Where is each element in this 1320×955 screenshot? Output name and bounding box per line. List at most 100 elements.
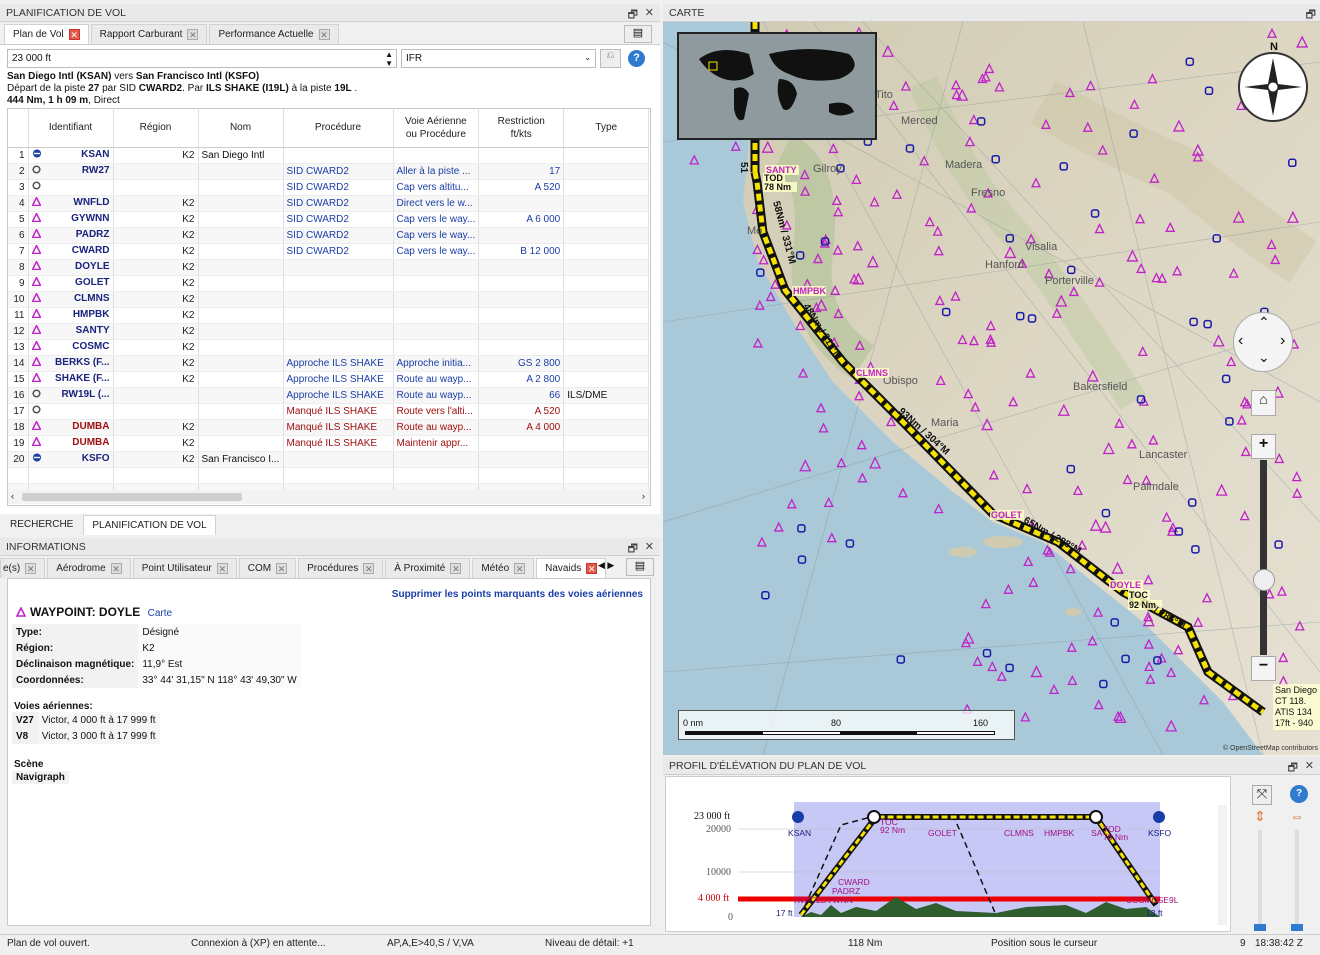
horizontal-scrollbar[interactable]: ‹ › [8, 490, 650, 504]
status-time: 18:38:42 Z [1255, 938, 1303, 949]
help-icon[interactable]: ? [628, 50, 645, 67]
vertical-zoom-slider[interactable] [1258, 830, 1262, 930]
waypoint-icon [31, 341, 41, 350]
horizontal-zoom-thumb[interactable] [1291, 924, 1303, 931]
col-region[interactable]: Région [113, 109, 199, 148]
col-type[interactable]: Type [563, 109, 650, 148]
tab-procedures[interactable]: Procédures ✕ [298, 558, 384, 578]
vertical-zoom-thumb[interactable] [1254, 924, 1266, 931]
scroll-thumb[interactable] [22, 493, 242, 501]
zoom-slider[interactable] [1260, 460, 1267, 655]
table-row[interactable]: 15 SHAKE (F... K2 Approche ILS SHAKE Route a… [8, 371, 650, 388]
cell-type [563, 163, 650, 180]
col-procedure[interactable]: Procédure [283, 109, 394, 148]
tab-aerodrome[interactable]: Aérodrome ✕ [47, 558, 131, 578]
table-row[interactable]: 13 COSMC K2 [8, 339, 650, 356]
cell-nom [198, 291, 284, 308]
table-row[interactable]: 20 KSFO K2 San Francisco I... [8, 451, 650, 468]
remove-airway-points-link[interactable]: Supprimer les points marquants des voies… [392, 589, 643, 600]
col-num[interactable] [8, 109, 29, 148]
tab-rapport-carburant[interactable]: Rapport Carburant ✕ [90, 24, 208, 44]
tab-meteo[interactable]: Météo ✕ [472, 558, 535, 578]
tab-planification[interactable]: PLANIFICATION DE VOL [83, 515, 216, 535]
help-icon[interactable]: ? [1290, 785, 1308, 803]
point-icon [31, 165, 41, 174]
col-nom[interactable]: Nom [198, 109, 284, 148]
profile-canvas[interactable]: KSANTOC92 Nm GOLET CLMNS HMPBK SA TOD78 Nm KSF… [666, 777, 1232, 933]
tab-com[interactable]: COM ✕ [238, 558, 297, 578]
table-row[interactable]: 8 DOYLE K2 [8, 259, 650, 276]
scroll-right-icon[interactable]: › [642, 491, 645, 501]
profile-point-label: GOLET [928, 828, 957, 838]
zoom-in-icon[interactable]: + [1251, 434, 1276, 459]
float-icon[interactable]: 🗗 [628, 540, 638, 559]
table-row[interactable]: 3 SID CWARD2 Cap vers altitu... A 520 [8, 179, 650, 196]
row-number: 19 [8, 435, 29, 452]
table-row[interactable]: 10 CLMNS K2 [8, 291, 650, 308]
close-tab-icon[interactable]: ✕ [187, 29, 199, 40]
close-icon[interactable]: ✕ [645, 540, 654, 553]
tab-scroll-arrows[interactable]: ◀ ▶ [598, 560, 614, 571]
col-voie[interactable]: Voie Aérienne ou Procédure [393, 109, 480, 148]
menu-icon[interactable]: ▤ [624, 25, 652, 43]
spin-icon[interactable]: ▲ ▼ [385, 50, 393, 68]
tab-performance[interactable]: Performance Actuelle ✕ [209, 24, 339, 44]
close-icon[interactable]: ✕ [1305, 759, 1314, 772]
table-row[interactable]: 18 DUMBA K2 Manqué ILS SHAKE Route au wayp..… [8, 419, 650, 436]
col-restriction[interactable]: Restriction ft/kts [478, 109, 565, 148]
tab-recherche[interactable]: RECHERCHE [2, 515, 82, 535]
tab-partial[interactable]: e(s) ✕ [0, 558, 46, 578]
table-row[interactable]: 11 HMPBK K2 [8, 307, 650, 324]
overview-map[interactable] [677, 32, 877, 140]
profile-scrollbar[interactable] [1218, 805, 1227, 925]
table-row[interactable]: 4 WNFLD K2 SID CWARD2 Direct vers le w... [8, 195, 650, 212]
map-link[interactable]: Carte [148, 608, 172, 619]
horizontal-zoom-slider[interactable] [1295, 830, 1299, 930]
tab-navaids[interactable]: Navaids ✕ [536, 558, 607, 578]
table-row[interactable]: 14 BERKS (F... K2 Approche ILS SHAKE Approch… [8, 355, 650, 372]
pan-control-icon[interactable]: ⌃ ⌄ ‹ › [1233, 312, 1293, 372]
table-row[interactable]: 1 KSAN K2 San Diego Intl [8, 147, 650, 164]
home-icon[interactable]: ⌂ [1251, 390, 1276, 416]
cell-region: K2 [113, 323, 199, 340]
table-row[interactable]: 16 RW19L (... Approche ILS SHAKE Route au w… [8, 387, 650, 404]
altitude-input[interactable]: 23 000 ft ▲ ▼ [7, 49, 397, 68]
table-row[interactable]: 17 Manqué ILS SHAKE Route vers l'alti... A … [8, 403, 650, 420]
vertical-scale-icon[interactable]: ⇕ [1254, 808, 1266, 825]
flight-plan-panel-title: PLANIFICATION DE VOL 🗗 ✕ [0, 4, 660, 22]
route-waypoint-label: 78 Nm [764, 182, 791, 192]
close-icon[interactable]: ✕ [645, 6, 654, 19]
horizontal-scale-icon[interactable]: ⇔ [1290, 808, 1304, 824]
cell-procedure: SID CWARD2 [283, 227, 394, 244]
menu-icon[interactable]: ▤ [626, 558, 654, 576]
table-row[interactable]: 2 RW27 SID CWARD2 Aller à la piste ... 17 [8, 163, 650, 180]
expand-icon[interactable]: ⤧ [1252, 785, 1272, 805]
zoom-out-icon[interactable]: − [1251, 656, 1276, 681]
cell-restriction: 66 [478, 387, 565, 404]
compass-rose-icon[interactable]: N [1238, 41, 1308, 122]
table-row[interactable]: 9 GOLET K2 [8, 275, 650, 292]
tab-a-proximite[interactable]: À Proximité ✕ [385, 558, 471, 578]
map-view[interactable]: Merced Madera Fresno Hanford Visalia Portervi… [663, 22, 1320, 755]
scroll-left-icon[interactable]: ‹ [11, 491, 14, 501]
edit-icon[interactable]: ⎌ [600, 49, 621, 68]
tab-plan-de-vol[interactable]: Plan de Vol ✕ [4, 24, 89, 44]
elevation-profile[interactable]: KSAN TOC 92 Nm GOLET CLMNS HMPBK SA TOD 78 Nm KSF… [665, 776, 1231, 932]
airport-icon [32, 453, 41, 462]
float-icon[interactable]: 🗗 [1288, 759, 1298, 778]
row-number: 5 [8, 211, 29, 228]
cell-identifiant: WNFLD [28, 195, 114, 212]
tab-point-utilisateur[interactable]: Point Utilisateur ✕ [132, 558, 237, 578]
table-row[interactable]: 5 GYWNN K2 SID CWARD2 Cap vers le way... A 6 … [8, 211, 650, 228]
col-identifiant[interactable]: Identifiant [28, 109, 114, 148]
flight-rules-select[interactable]: IFR ⌄ [401, 49, 596, 68]
cell-region: K2 [113, 291, 199, 308]
zoom-slider-thumb[interactable] [1253, 569, 1275, 591]
close-tab-icon[interactable]: ✕ [68, 29, 80, 40]
close-tab-icon[interactable]: ✕ [318, 29, 330, 40]
table-row[interactable]: 6 PADRZ K2 SID CWARD2 Cap vers le way... [8, 227, 650, 244]
table-row[interactable]: 12 SANTY K2 [8, 323, 650, 340]
table-row[interactable]: 19 DUMBA K2 Manqué ILS SHAKE Maintenir appr.… [8, 435, 650, 452]
table-row[interactable]: 7 CWARD K2 SID CWARD2 Cap vers le way... B 12… [8, 243, 650, 260]
float-icon[interactable]: 🗗 [628, 6, 638, 25]
